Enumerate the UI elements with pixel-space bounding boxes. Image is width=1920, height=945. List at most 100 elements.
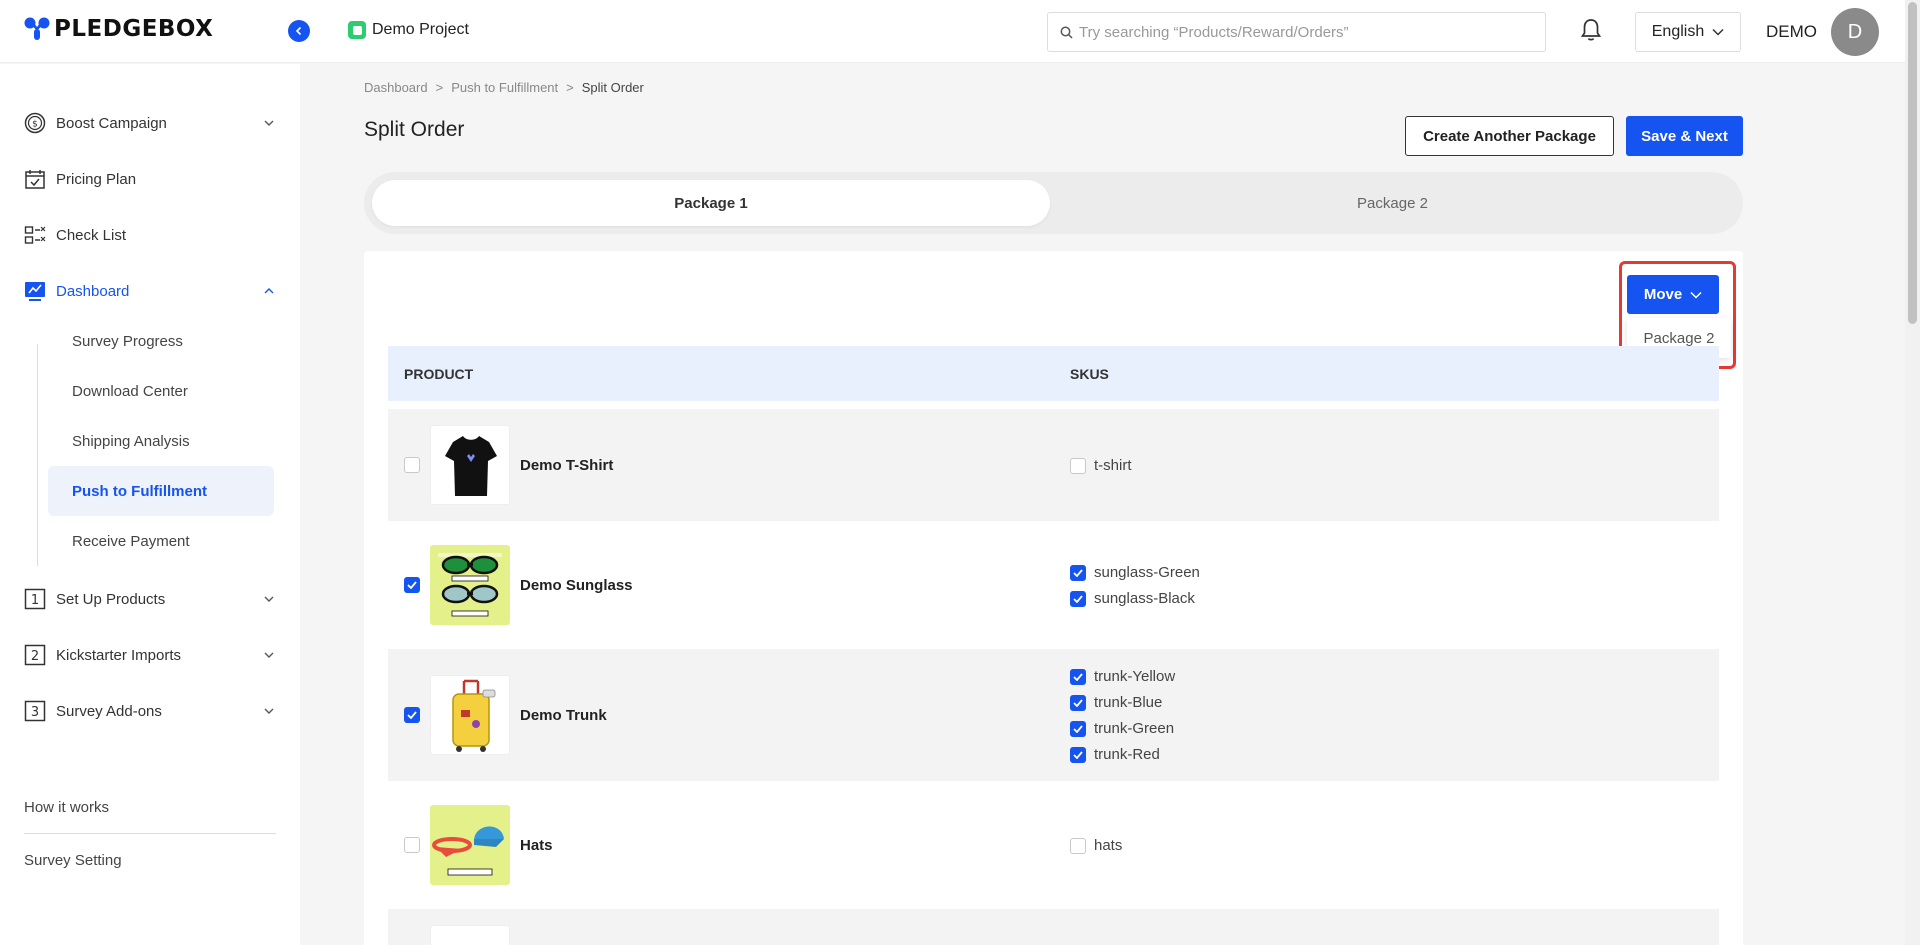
bell-icon bbox=[1580, 19, 1602, 41]
sidebar-item-pricing-plan[interactable]: Pricing Plan bbox=[24, 168, 274, 190]
svg-text:1: 1 bbox=[31, 593, 39, 608]
search-box[interactable] bbox=[1047, 12, 1546, 52]
number-2-icon: 2 bbox=[24, 644, 46, 666]
product-image-tshirt bbox=[430, 425, 510, 505]
row-checkbox[interactable] bbox=[404, 837, 420, 853]
sidebar-divider bbox=[24, 833, 276, 834]
sku-label: sunglass-Black bbox=[1094, 590, 1195, 607]
sku-checkbox[interactable] bbox=[1070, 457, 1086, 474]
breadcrumb-separator: > bbox=[435, 80, 444, 95]
language-select[interactable]: English bbox=[1635, 12, 1741, 52]
checkmark-icon bbox=[1073, 594, 1083, 603]
sidebar-subitem-shipping-analysis[interactable]: Shipping Analysis bbox=[48, 416, 274, 466]
sku-checkbox[interactable] bbox=[1070, 746, 1086, 763]
sidebar-item-boost-campaign[interactable]: $ Boost Campaign bbox=[24, 112, 274, 134]
sku-item[interactable]: trunk-Blue bbox=[1070, 694, 1175, 711]
sidebar-item-label: Survey Add-ons bbox=[56, 702, 162, 720]
sidebar-item-kickstarter-imports[interactable]: 2 Kickstarter Imports bbox=[24, 644, 274, 666]
sku-item[interactable]: sunglass-Black bbox=[1070, 590, 1200, 607]
sku-checkbox[interactable] bbox=[1070, 694, 1086, 711]
breadcrumb: Dashboard > Push to Fulfillment > Split … bbox=[364, 80, 644, 95]
package-tabs: Package 1 Package 2 bbox=[364, 172, 1743, 234]
checklist-icon bbox=[24, 226, 46, 244]
product-name: Demo Sunglass bbox=[520, 577, 633, 594]
sku-checkbox[interactable] bbox=[1070, 668, 1086, 685]
scrollbar-thumb[interactable] bbox=[1908, 2, 1917, 324]
sidebar-subitem-receive-payment[interactable]: Receive Payment bbox=[48, 516, 274, 566]
logo-text: PLEDGEBOX bbox=[54, 16, 214, 42]
product-image-trunk bbox=[430, 675, 510, 755]
sku-checkbox[interactable] bbox=[1070, 720, 1086, 737]
sidebar-item-label: Boost Campaign bbox=[56, 114, 167, 132]
save-next-button[interactable]: Save & Next bbox=[1626, 116, 1743, 156]
user-name[interactable]: DEMO bbox=[1766, 22, 1817, 42]
chevron-up-icon bbox=[264, 288, 274, 294]
product-name: Demo T-Shirt bbox=[520, 457, 614, 474]
sidebar-item-survey-add-ons[interactable]: 3 Survey Add-ons bbox=[24, 700, 274, 722]
checkmark-icon bbox=[1073, 698, 1083, 707]
row-checkbox[interactable] bbox=[404, 707, 420, 723]
how-it-works-link[interactable]: How it works bbox=[24, 799, 109, 816]
sku-item[interactable]: sunglass-Green bbox=[1070, 564, 1200, 581]
avatar[interactable]: D bbox=[1831, 8, 1879, 56]
sidebar-item-set-up-products[interactable]: 1 Set Up Products bbox=[24, 588, 274, 610]
breadcrumb-dashboard[interactable]: Dashboard bbox=[364, 80, 428, 95]
svg-text:2: 2 bbox=[31, 649, 39, 664]
number-3-icon: 3 bbox=[24, 700, 46, 722]
sku-item[interactable]: trunk-Red bbox=[1070, 746, 1175, 763]
sku-list: hats bbox=[1070, 837, 1122, 854]
logo[interactable]: PLEDGEBOX bbox=[24, 16, 213, 42]
sku-checkbox[interactable] bbox=[1070, 837, 1086, 854]
language-label: English bbox=[1651, 23, 1705, 40]
row-checkbox[interactable] bbox=[404, 457, 420, 473]
tab-package-1[interactable]: Package 1 bbox=[372, 180, 1050, 226]
checkmark-icon bbox=[1073, 750, 1083, 759]
calendar-check-icon bbox=[25, 170, 45, 189]
page-scrollbar[interactable] bbox=[1905, 0, 1920, 945]
sidebar-item-dashboard[interactable]: Dashboard bbox=[24, 280, 274, 302]
sku-item[interactable]: trunk-Yellow bbox=[1070, 668, 1175, 685]
sidebar-subitem-push-to-fulfillment[interactable]: Push to Fulfillment bbox=[48, 466, 274, 516]
project-selector[interactable]: Demo Project bbox=[348, 21, 469, 39]
dashboard-icon bbox=[25, 282, 45, 301]
tshirt-image-icon bbox=[445, 436, 497, 496]
checkmark-icon bbox=[407, 711, 417, 719]
survey-setting-link[interactable]: Survey Setting bbox=[24, 852, 122, 869]
sku-item[interactable]: trunk-Green bbox=[1070, 720, 1175, 737]
product-image-hats bbox=[430, 805, 510, 885]
logo-mark-icon bbox=[24, 17, 50, 40]
project-icon bbox=[348, 21, 366, 39]
column-header-skus: SKUS bbox=[1070, 365, 1109, 382]
chevron-left-icon bbox=[295, 26, 302, 36]
sidebar: $ Boost Campaign Pricing Plan Check List… bbox=[0, 64, 300, 945]
svg-text:3: 3 bbox=[31, 705, 39, 720]
table-header: PRODUCT SKUS bbox=[388, 346, 1719, 401]
move-button[interactable]: Move bbox=[1627, 275, 1719, 314]
sunglass-image-icon bbox=[438, 553, 502, 617]
sidebar-subitem-survey-progress[interactable]: Survey Progress bbox=[48, 316, 274, 366]
tab-package-2[interactable]: Package 2 bbox=[1050, 180, 1735, 226]
checkmark-icon bbox=[407, 581, 417, 589]
breadcrumb-separator: > bbox=[566, 80, 574, 95]
sku-item[interactable]: hats bbox=[1070, 837, 1122, 854]
search-input[interactable] bbox=[1079, 23, 1519, 41]
number-1-icon: 1 bbox=[24, 588, 46, 610]
row-checkbox[interactable] bbox=[404, 577, 420, 593]
svg-text:$: $ bbox=[32, 120, 38, 130]
notification-button[interactable] bbox=[1580, 18, 1602, 47]
checkmark-icon bbox=[1073, 672, 1083, 681]
sku-item[interactable]: t-shirt bbox=[1070, 457, 1132, 474]
sidebar-subitem-download-center[interactable]: Download Center bbox=[48, 366, 274, 416]
table-row bbox=[388, 909, 1719, 945]
collapse-sidebar-button[interactable] bbox=[288, 20, 310, 42]
sidebar-item-check-list[interactable]: Check List bbox=[24, 224, 274, 246]
create-another-package-button[interactable]: Create Another Package bbox=[1405, 116, 1614, 156]
move-button-label: Move bbox=[1643, 286, 1683, 303]
sku-checkbox[interactable] bbox=[1070, 590, 1086, 607]
sku-checkbox[interactable] bbox=[1070, 564, 1086, 581]
sidebar-item-label: Pricing Plan bbox=[56, 170, 137, 188]
chevron-down-icon bbox=[264, 652, 274, 658]
breadcrumb-push-to-fulfillment[interactable]: Push to Fulfillment bbox=[451, 80, 558, 95]
column-header-product: PRODUCT bbox=[404, 365, 474, 382]
sidebar-item-label: Kickstarter Imports bbox=[56, 646, 182, 664]
